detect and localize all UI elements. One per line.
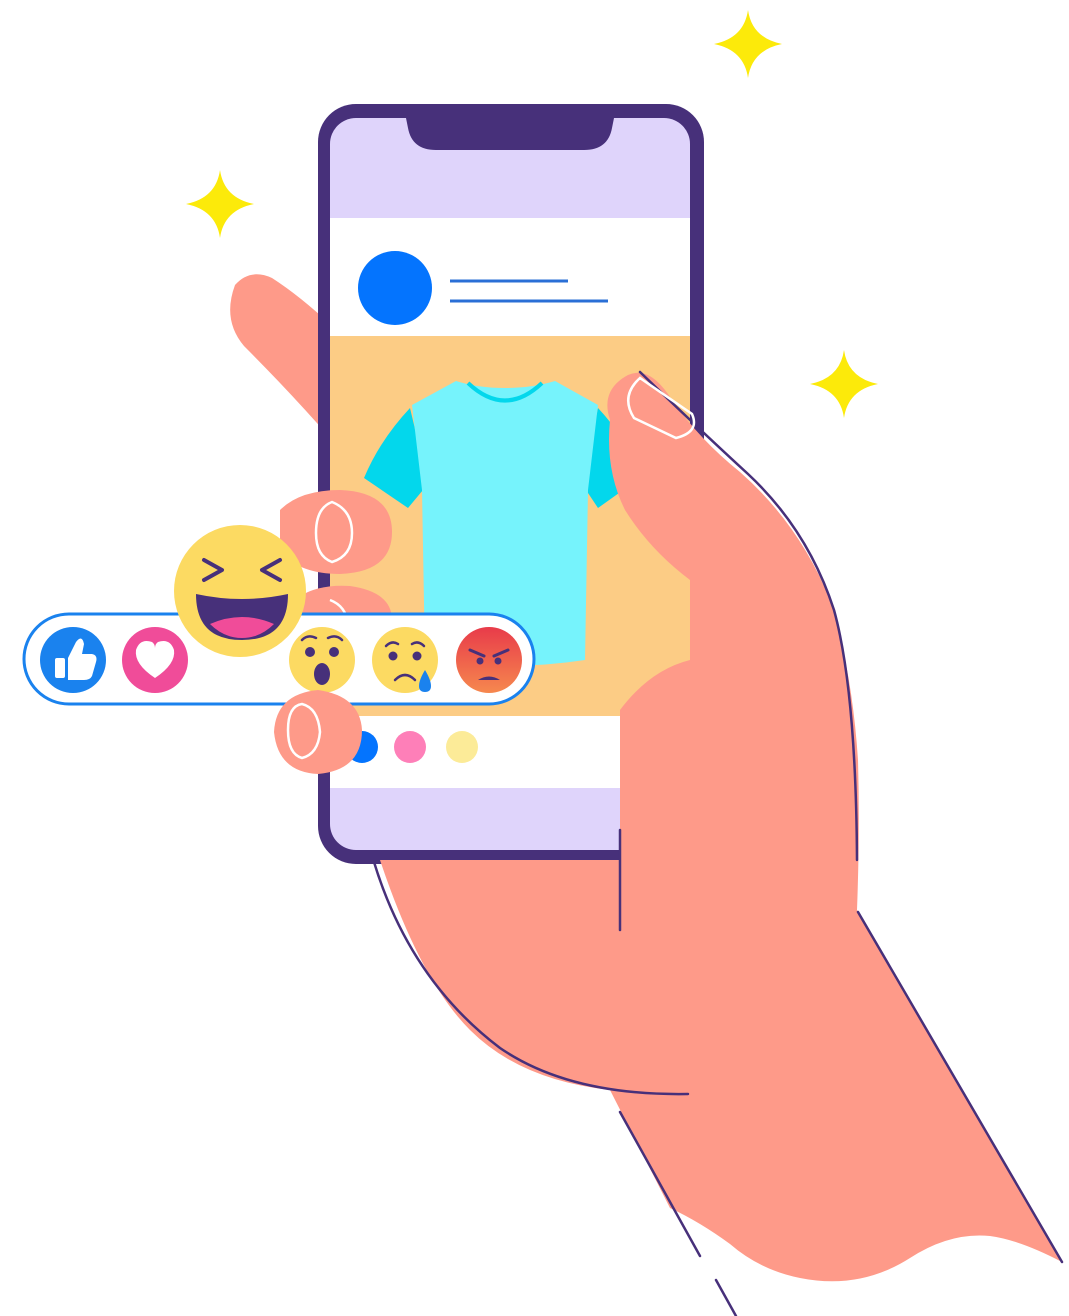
indicator-dot-pink[interactable] (394, 731, 426, 763)
phone-notch (406, 118, 614, 150)
illustration-canvas (22, 10, 1064, 1316)
finger-bottom (274, 690, 362, 774)
sparkle-right (810, 350, 878, 418)
heart-icon[interactable] (122, 627, 188, 693)
laughing-face-icon[interactable] (174, 525, 306, 657)
surprised-face-icon[interactable] (289, 627, 355, 693)
indicator-dot-yellow[interactable] (446, 731, 478, 763)
crying-face-icon[interactable] (372, 627, 438, 693)
angry-face-icon[interactable] (456, 627, 522, 693)
sparkle-left (186, 170, 254, 238)
thumbs-up-icon[interactable] (40, 627, 106, 693)
avatar-circle-icon[interactable] (358, 251, 432, 325)
back-finger (230, 274, 332, 440)
sparkle-top-right (714, 10, 782, 78)
